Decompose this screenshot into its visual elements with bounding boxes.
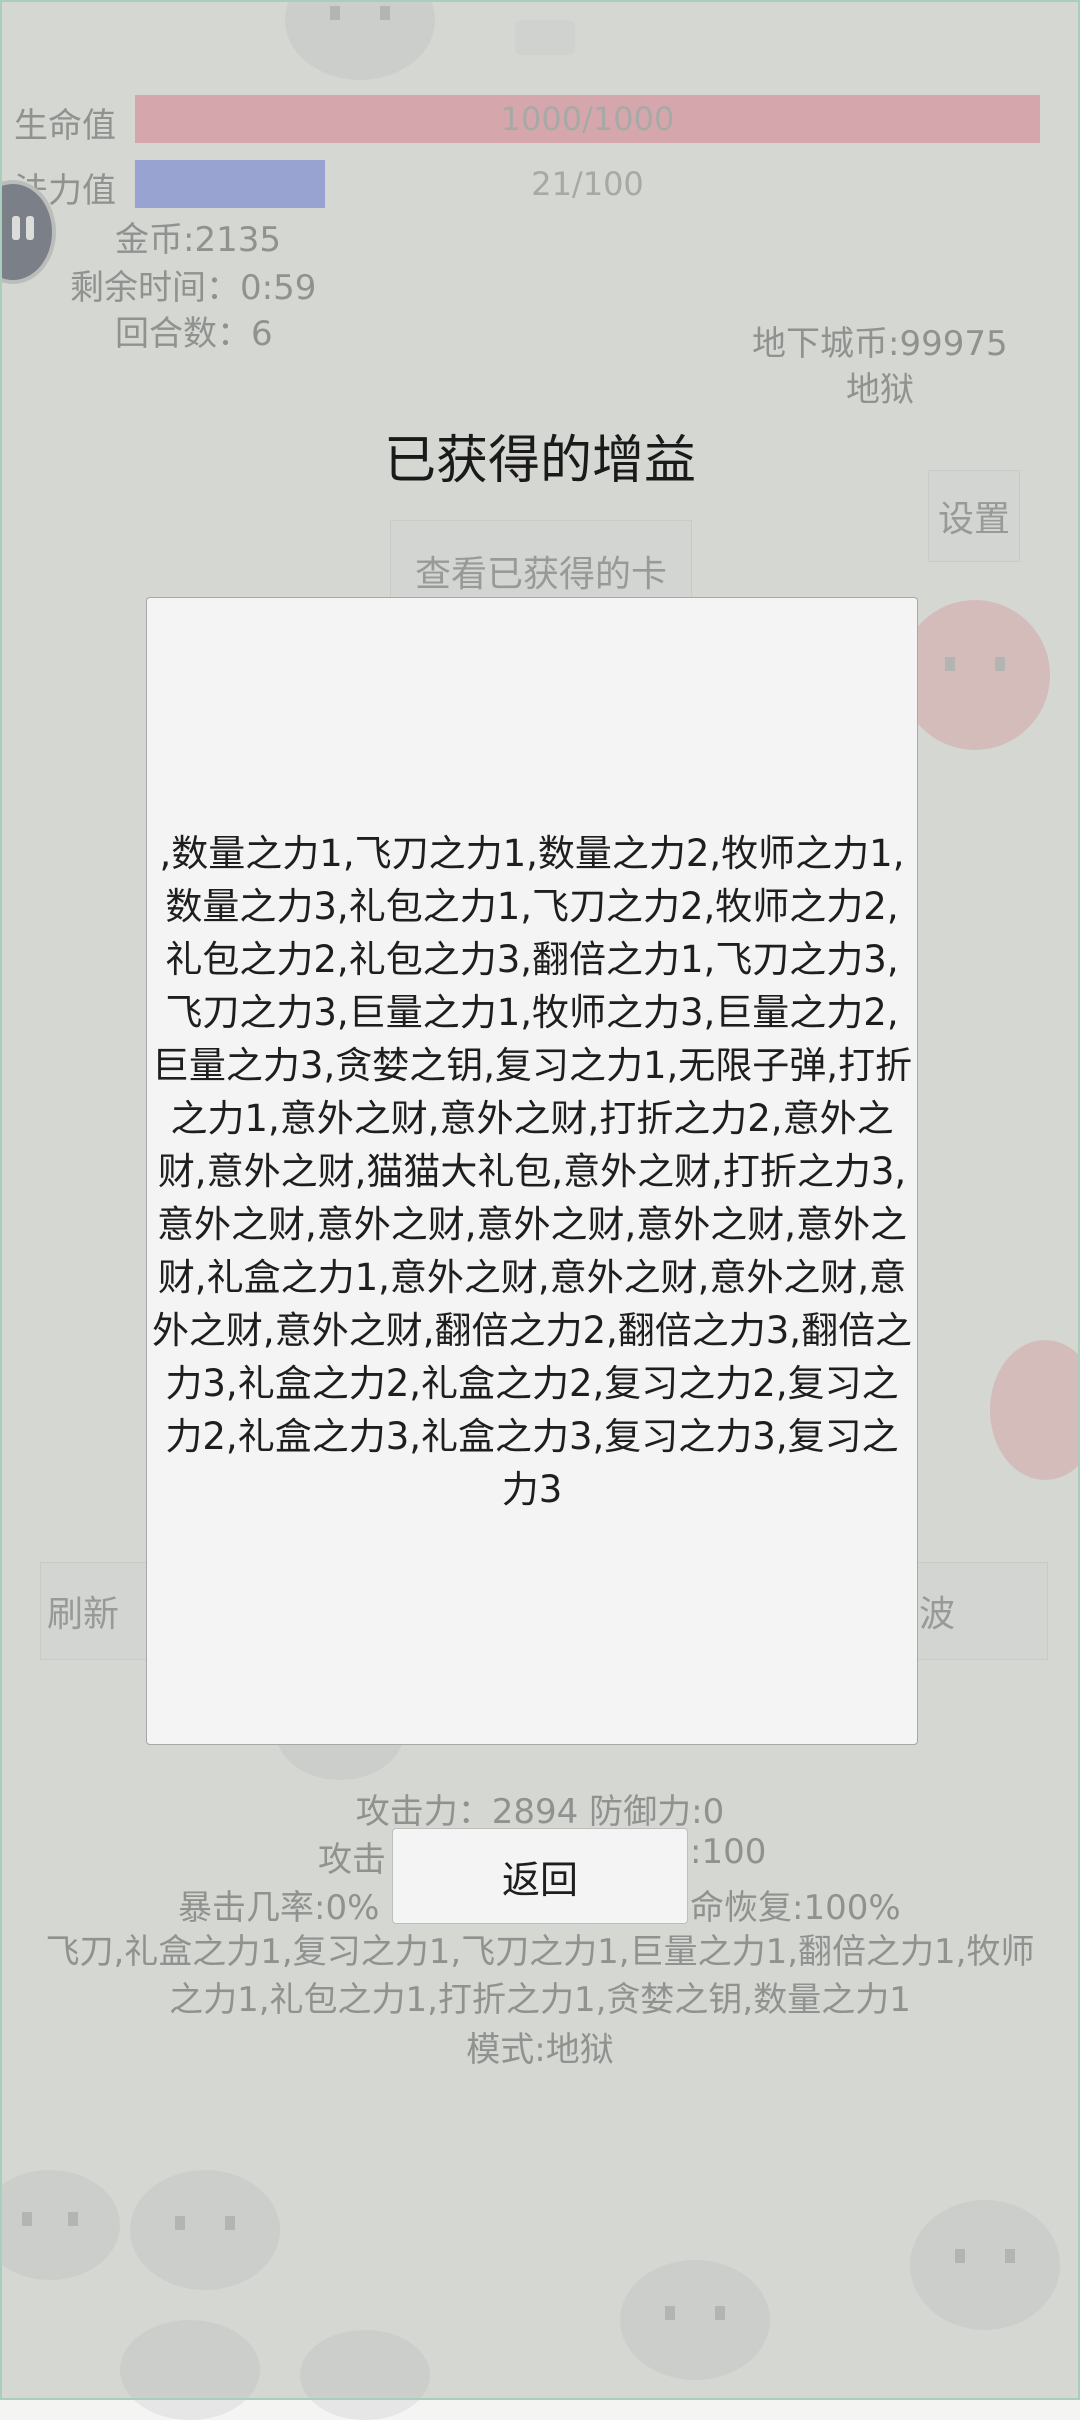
- buffs-list-text: ,数量之力1,飞刀之力1,数量之力2,牧师之力1,数量之力3,礼包之力1,飞刀之…: [151, 831, 913, 1511]
- buffs-panel[interactable]: ,数量之力1,飞刀之力1,数量之力2,牧师之力1,数量之力3,礼包之力1,飞刀之…: [146, 597, 918, 1745]
- back-button[interactable]: 返回: [392, 1828, 688, 1924]
- dialog-title: 已获得的增益: [383, 431, 696, 491]
